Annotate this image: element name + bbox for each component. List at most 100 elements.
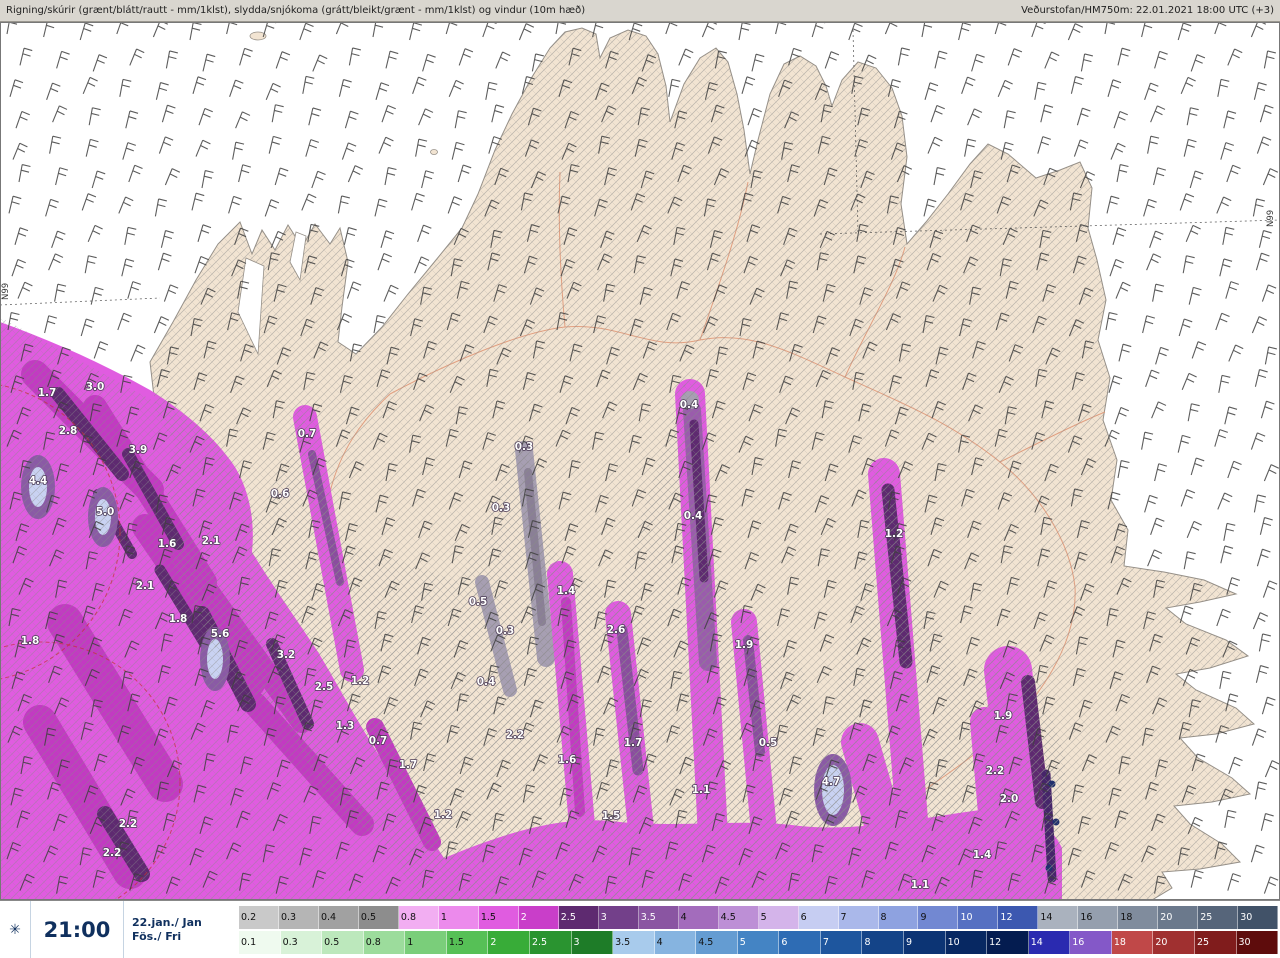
precip-value-label: 0.4	[684, 510, 703, 522]
precip-value-label: 2.1	[136, 580, 155, 592]
legend-cell: 0.5	[358, 905, 399, 929]
precip-value-label: 2.2	[506, 729, 525, 741]
precip-value-label: 3.9	[129, 444, 148, 456]
weather-forecast-page: Rigning/skúrir (grænt/blátt/rautt - mm/1…	[0, 0, 1280, 958]
precip-value-label: 3.0	[86, 381, 105, 393]
precip-value-label: 5.6	[211, 628, 230, 640]
map-title: Rigning/skúrir (grænt/blátt/rautt - mm/1…	[6, 5, 586, 16]
precip-value-label: 0.5	[759, 737, 778, 749]
snowflake-icon: ✳	[9, 921, 21, 938]
legend-cell: 1	[405, 930, 447, 954]
map-attribution: Veðurstofan/HM750m: 22.01.2021 18:00 UTC…	[1021, 5, 1274, 16]
legend-cell: 0.2	[239, 905, 279, 929]
precip-value-label: 3.2	[277, 649, 296, 661]
precip-value-label: 2.8	[59, 425, 78, 437]
precip-value-label: 1.6	[558, 754, 577, 766]
legend-cell: 20	[1158, 905, 1199, 929]
legend-cell: 4.5	[696, 930, 738, 954]
precip-value-label: 2.2	[986, 765, 1005, 777]
color-scales: 0.2 0.3 0.4 0.5 0.8 1 1.5 2 2.5 3 3.5 4 4.5 5 6 7 8 9 10 12…	[233, 901, 1280, 958]
legend-cell: 25	[1198, 905, 1239, 929]
legend-cell: 20	[1153, 930, 1195, 954]
legend-cell: 0.8	[363, 930, 406, 954]
legend-cell: 3.5	[613, 930, 655, 954]
precip-value-label: 0.7	[369, 735, 388, 747]
legend-cell: 2	[518, 905, 559, 929]
precip-value-label: 2.1	[202, 535, 221, 547]
legend-cell: 10	[958, 905, 999, 929]
precip-value-label: 0.3	[515, 441, 534, 453]
legend-cell: 0.4	[318, 905, 359, 929]
graticule-label: N99	[1, 283, 11, 300]
precip-value-label: 0.6	[271, 488, 290, 500]
precip-value-label: 1.4	[557, 585, 576, 597]
map-header: Rigning/skúrir (grænt/blátt/rautt - mm/1…	[0, 0, 1280, 22]
legend-cell: 0.3	[280, 930, 323, 954]
rain-scale: 0.1 0.3 0.5 0.8 1 1.5 2 2.5 3 3.5 4 4.5 5 6 7 8 9 10 12 14 1…	[239, 930, 1279, 954]
precip-value-label: 1.8	[21, 635, 40, 647]
legend-cell: 12	[998, 905, 1039, 929]
legend-cell: 8	[862, 930, 904, 954]
snow-sleet-scale: 0.2 0.3 0.4 0.5 0.8 1 1.5 2 2.5 3 3.5 4 4.5 5 6 7 8 9 10 12…	[239, 905, 1279, 929]
precip-value-label: 1.9	[994, 710, 1013, 722]
precip-value-label: 1.1	[692, 784, 711, 796]
legend-cell: 2.5	[558, 905, 599, 929]
legend-cell: 0.3	[278, 905, 319, 929]
legend-cell: 2	[488, 930, 530, 954]
date-line-1: 22.jan./ Jan	[132, 915, 202, 929]
precip-value-label: 2.6	[607, 624, 626, 636]
precip-value-label: 1.3	[336, 720, 355, 732]
precip-value-label: 2.2	[119, 818, 138, 830]
legend-cell: 1.5	[478, 905, 519, 929]
precip-value-label: 1.5	[602, 810, 621, 822]
legend-cell: 16	[1078, 905, 1119, 929]
valid-date: 22.jan./ Jan Fös./ Fri	[123, 901, 233, 958]
precip-value-label: 1.8	[169, 613, 188, 625]
precip-value-label: 4.7	[822, 776, 841, 788]
legend-cell: 30	[1238, 905, 1279, 929]
precip-value-label: 2.0	[1000, 793, 1019, 805]
legend-cell: 4.5	[718, 905, 759, 929]
legend-cell: 7	[838, 905, 879, 929]
legend-cell: 12	[987, 930, 1029, 954]
legend-cell: 7	[820, 930, 863, 954]
legend-cell: 25	[1194, 930, 1237, 954]
legend-cell: 3.5	[638, 905, 679, 929]
legend-cell: 9	[904, 930, 946, 954]
legend-cell: 2.5	[529, 930, 572, 954]
precip-value-label: 0.3	[492, 502, 511, 514]
precip-value-label: 1.2	[351, 675, 370, 687]
precip-value-label: 0.7	[298, 428, 317, 440]
precip-value-label: 4.4	[29, 475, 48, 487]
precip-value-label: 2.2	[103, 847, 122, 859]
legend-cell: 16	[1070, 930, 1112, 954]
legend-cell: 3	[571, 930, 614, 954]
legend-cell: 4	[678, 905, 719, 929]
precip-value-label: 1.2	[885, 528, 904, 540]
legend-cell: 18	[1111, 930, 1154, 954]
legend-cell: 8	[878, 905, 919, 929]
legend-cell: 18	[1118, 905, 1159, 929]
island	[430, 149, 438, 155]
legend-cell: 5	[737, 930, 780, 954]
precip-value-label: 1.1	[911, 879, 930, 891]
legend-cell: 0.8	[398, 905, 439, 929]
precip-value-label: 0.5	[469, 596, 488, 608]
legend-cell: 3	[598, 905, 639, 929]
map-area: 1.7 3.0 2.8 3.9 4.4 5.0 1.6 2.1 2.1 1.8 1.8 5.6 3.2 2…	[0, 22, 1280, 900]
legend-cell: 1	[438, 905, 479, 929]
precip-value-label: 1.7	[38, 387, 57, 399]
precip-value-label: 1.2	[434, 809, 453, 821]
legend-cell: 14	[1038, 905, 1079, 929]
legend-cell: 4	[654, 930, 697, 954]
legend-cell: 1.5	[446, 930, 489, 954]
legend-cell: 5	[758, 905, 799, 929]
precip-value-label: 2.5	[315, 681, 334, 693]
legend-cell: 0.5	[322, 930, 364, 954]
date-line-2: Fös./ Fri	[132, 929, 182, 943]
precip-value-label: 0.4	[680, 399, 699, 411]
valid-time: 21:00	[30, 901, 123, 958]
precip-value-label: 0.3	[496, 625, 515, 637]
precip-value-label: 5.0	[96, 506, 115, 518]
legend-cell: 6	[798, 905, 839, 929]
